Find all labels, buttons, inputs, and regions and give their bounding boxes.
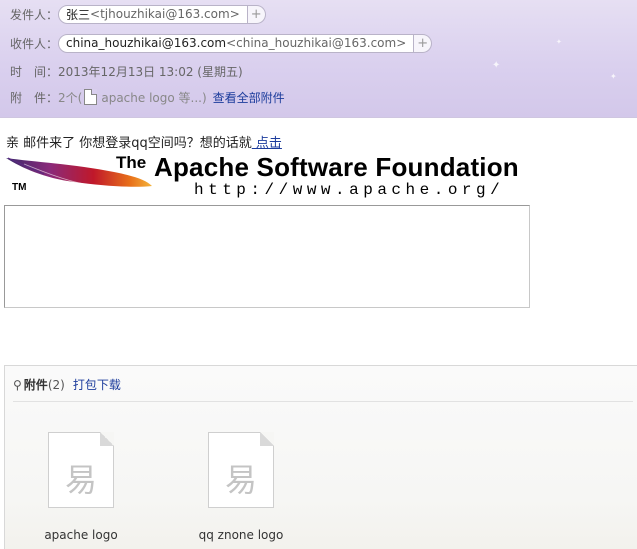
trademark-label: TM: [12, 182, 27, 193]
to-row: 收件人： china_houzhikai@163.com <china_houz…: [10, 33, 433, 53]
sparkle-icon: ✦: [556, 38, 562, 46]
view-all-attachments-link[interactable]: 查看全部附件: [213, 89, 285, 106]
add-contact-icon[interactable]: +: [414, 33, 433, 53]
attachment-label: 附 件：: [10, 90, 59, 105]
attachment-name[interactable]: apache logo: [31, 528, 131, 542]
time-label: 时 间：: [10, 64, 59, 79]
download-all-link[interactable]: 打包下载: [73, 376, 121, 393]
attachment-item[interactable]: 易 qq znone logo: [191, 432, 291, 542]
sparkle-icon: ✦: [610, 72, 617, 81]
attachment-row: 附 件： 2个( apache logo 等...) 查看全部附件: [10, 87, 285, 107]
attachment-panel-count: (2): [47, 377, 65, 392]
sender-name: 张三: [66, 7, 91, 22]
message-body-text: 亲 邮件来了 你想登录qq空间吗？想的话就 点击: [6, 132, 282, 151]
time-row: 时 间： 2013年12月13日 13:02 (星期五): [10, 61, 243, 81]
from-label: 发件人：: [10, 7, 59, 22]
divider: [13, 401, 633, 402]
attachment-panel-header: ⚲ 附件 (2) 打包下载: [13, 376, 121, 393]
logo-the-text: The: [116, 153, 147, 172]
from-row: 发件人： 张三 <tjhouzhikai@163.com> +: [10, 4, 266, 24]
attachment-item[interactable]: 易 apache logo: [31, 432, 131, 542]
sparkle-icon: ✦: [492, 60, 501, 71]
document-icon[interactable]: 易: [48, 432, 114, 508]
sender-chip[interactable]: 张三 <tjhouzhikai@163.com>: [58, 4, 248, 24]
apache-logo-image: TM The Apache Software Foundation http:/…: [4, 152, 544, 204]
to-label: 收件人：: [10, 36, 59, 51]
file-icon: [84, 89, 98, 105]
attachment-name[interactable]: qq znone logo: [191, 528, 291, 542]
paperclip-icon: ⚲: [13, 377, 22, 392]
recipient-chip[interactable]: china_houzhikai@163.com <china_houzhikai…: [58, 33, 415, 53]
logo-title-text: Apache Software Foundation: [154, 152, 519, 182]
netease-logo-icon: 易: [64, 461, 97, 499]
mail-header: ✦ ✦ ✦ 发件人： 张三 <tjhouzhikai@163.com> + 收件…: [0, 0, 637, 118]
click-here-link[interactable]: 点击: [252, 136, 282, 151]
recipient-address: <china_houzhikai@163.com>: [226, 36, 407, 50]
attachment-preview[interactable]: apache logo 等...): [101, 89, 206, 106]
body-text: 亲 邮件来了 你想登录qq空间吗？想的话就: [6, 136, 252, 151]
document-icon[interactable]: 易: [208, 432, 274, 508]
recipient-name: china_houzhikai@163.com: [66, 36, 227, 50]
sender-address: <tjhouzhikai@163.com>: [90, 7, 240, 21]
attachment-count: 2个(: [58, 90, 83, 105]
netease-logo-icon: 易: [224, 461, 257, 499]
time-value: 2013年12月13日 13:02 (星期五): [58, 64, 243, 79]
add-contact-icon[interactable]: +: [247, 4, 266, 24]
attachment-panel: ⚲ 附件 (2) 打包下载 易 apache logo 易 qq znone l…: [4, 365, 637, 549]
logo-url-text: http://www.apache.org/: [194, 181, 505, 199]
attachment-panel-title: 附件: [23, 378, 48, 392]
embedded-frame: [4, 205, 530, 308]
